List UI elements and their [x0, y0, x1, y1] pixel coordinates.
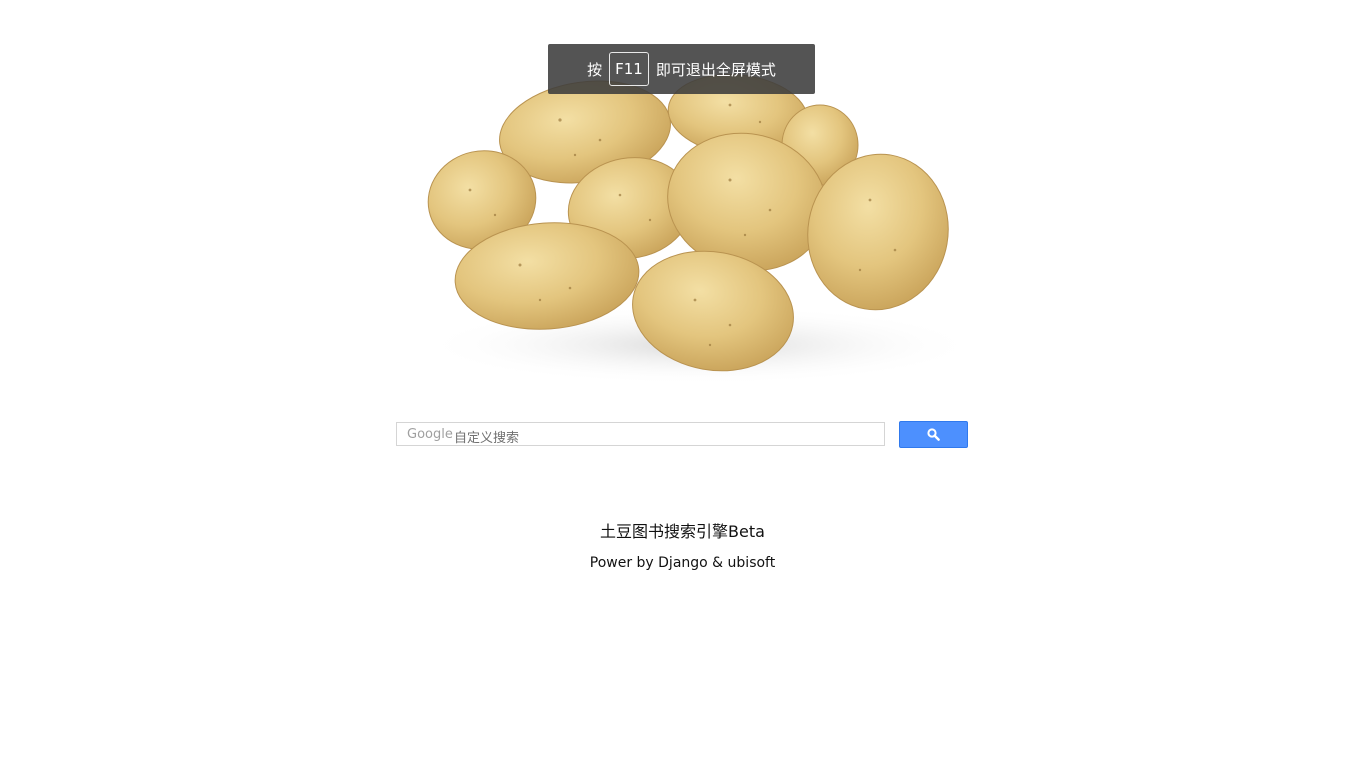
site-title: 土豆图书搜索引擎Beta [600, 522, 765, 541]
search-icon [927, 428, 940, 441]
potatoes-image [420, 74, 980, 385]
search-input[interactable] [397, 423, 884, 446]
fullscreen-notice-prefix: 按 [587, 60, 603, 79]
site-credit: Power by Django & ubisoft [589, 555, 776, 571]
page: 按 F11 即可退出全屏模式 Google 自定义搜索 土豆图书搜索引擎Beta… [0, 0, 1365, 767]
fullscreen-notice: 按 F11 即可退出全屏模式 [548, 44, 815, 94]
search-button[interactable] [899, 421, 968, 448]
fullscreen-notice-suffix: 即可退出全屏模式 [655, 60, 776, 79]
search-field[interactable]: Google 自定义搜索 [396, 422, 885, 446]
f11-key-badge: F11 [609, 52, 649, 86]
